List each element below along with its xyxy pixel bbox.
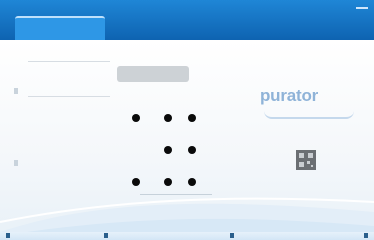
grid-dot[interactable] <box>188 178 196 186</box>
edge-marker <box>14 88 18 94</box>
grid-dot[interactable] <box>132 114 140 122</box>
action-button[interactable] <box>117 66 189 82</box>
footer-marker[interactable] <box>6 233 10 238</box>
footer-marker[interactable] <box>230 233 234 238</box>
grid-dot[interactable] <box>164 178 172 186</box>
brand-name: purator <box>260 86 319 105</box>
footer-marker[interactable] <box>104 233 108 238</box>
brand-swoosh <box>264 111 354 119</box>
grid-dot[interactable] <box>188 146 196 154</box>
brand-logo: purator <box>260 86 370 120</box>
footer-bar <box>0 232 374 240</box>
mini-table <box>28 52 110 100</box>
grid-dot[interactable] <box>164 146 172 154</box>
tab-main[interactable] <box>15 16 105 40</box>
edge-marker <box>14 160 18 166</box>
footer-marker[interactable] <box>364 233 368 238</box>
qr-code-icon[interactable] <box>296 150 316 170</box>
grid-dot[interactable] <box>132 178 140 186</box>
grid-dot[interactable] <box>188 114 196 122</box>
window-corner-icon[interactable] <box>356 7 368 17</box>
grid-dot[interactable] <box>164 114 172 122</box>
